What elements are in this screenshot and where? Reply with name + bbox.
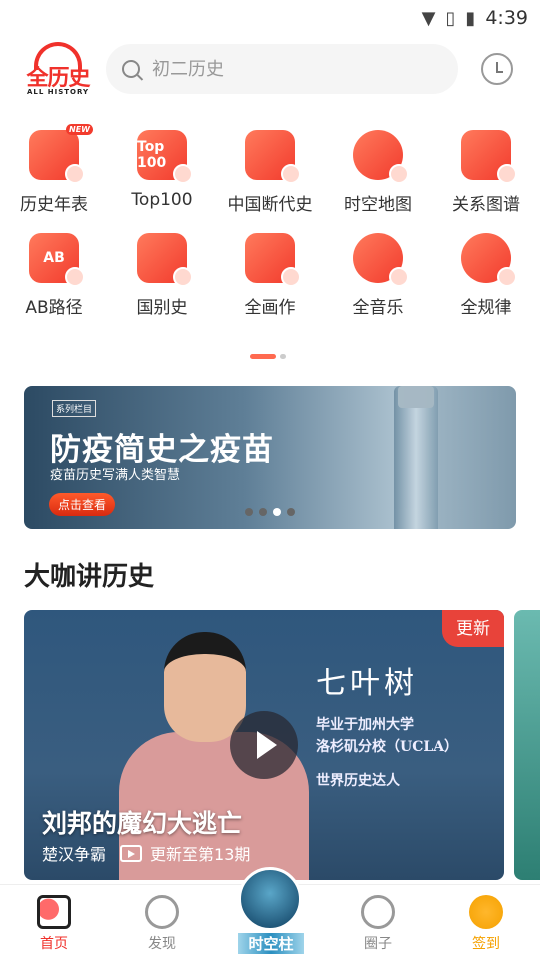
next-lecture-card[interactable] — [514, 610, 540, 880]
grid-item-top100[interactable]: Top 100 Top100 — [108, 130, 216, 215]
battery-icon: ▮ — [465, 7, 476, 29]
series-name: 楚汉争霸 — [42, 845, 107, 864]
grid-item-ab-path[interactable]: AB AB路径 — [0, 233, 108, 318]
status-bar: ▼ ▯ ▮ 4:39 — [0, 0, 540, 36]
time-pillar-icon — [238, 867, 302, 931]
no-sim-icon: ▯ — [445, 7, 456, 29]
chat-bubble-icon — [361, 895, 395, 929]
ab-path-icon: AB — [29, 233, 85, 287]
lecture-title: 刘邦的魔幻大逃亡 — [42, 809, 243, 838]
search-icon — [122, 60, 140, 78]
banner-view-button[interactable]: 点击查看 — [49, 493, 116, 516]
grid-item-music[interactable]: 全音乐 — [324, 233, 432, 318]
lecture-card[interactable]: 更新 七叶树 毕业于加州大学洛杉矶分校（UCLA） 世界历史达人 刘邦的魔幻大逃… — [24, 610, 504, 880]
relation-graph-icon — [461, 130, 517, 184]
play-icon[interactable] — [230, 711, 298, 779]
speaker-desc: 世界历史达人 — [316, 773, 400, 789]
map-globe-icon — [353, 130, 409, 184]
compass-icon — [145, 895, 179, 929]
nav-discover[interactable]: 发现 — [108, 885, 216, 960]
check-in-icon — [469, 895, 503, 929]
grid-item-country[interactable]: 国别史 — [108, 233, 216, 318]
update-badge: 更新 — [442, 610, 504, 647]
banner-tag: 系列栏目 — [52, 400, 97, 417]
app-logo: 全历史 ALL HISTORY — [24, 42, 92, 98]
nav-home[interactable]: 首页 — [0, 885, 108, 960]
video-icon — [120, 844, 143, 862]
vaccine-vial-image — [394, 386, 438, 529]
grid-page-indicator — [250, 354, 286, 359]
nav-circle[interactable]: 圈子 — [324, 885, 432, 960]
search-bar[interactable] — [106, 44, 458, 94]
grid-item-map[interactable]: 时空地图 — [324, 130, 432, 215]
banner-title: 防疫简史之疫苗 — [50, 432, 274, 468]
speaker-name: 七叶树 — [316, 666, 418, 701]
speaker-desc: 毕业于加州大学 — [316, 717, 414, 733]
grid-item-china-dynasty[interactable]: 中国断代史 — [216, 130, 324, 215]
music-icon — [353, 233, 409, 287]
banner-dots — [245, 508, 295, 516]
top100-icon: Top 100 — [137, 130, 193, 184]
search-input[interactable] — [152, 58, 432, 80]
home-icon — [37, 895, 71, 929]
section-title: 大咖讲历史 — [24, 562, 155, 592]
painting-icon — [245, 233, 301, 287]
feature-grid: NEW 历史年表 Top 100 Top100 中国断代史 时空地图 关系图谱 AB… — [0, 124, 540, 318]
calendar-globe-icon: NEW — [29, 124, 93, 184]
flag-icon — [137, 233, 193, 287]
grid-item-timeline[interactable]: NEW 历史年表 — [0, 124, 108, 215]
banner-subtitle: 疫苗历史写满人类智慧 — [50, 468, 181, 483]
grid-item-paintings[interactable]: 全画作 — [216, 233, 324, 318]
grid-item-relations[interactable]: 关系图谱 — [432, 130, 540, 215]
nav-time-pillar[interactable]: 时空柱 — [216, 867, 324, 960]
grid-item-patterns[interactable]: 全规律 — [432, 233, 540, 318]
nav-check-in[interactable]: 签到 — [432, 885, 540, 960]
episode-progress: 更新至第13期 — [150, 845, 251, 864]
wifi-icon: ▼ — [421, 7, 436, 29]
clock-time: 4:39 — [485, 7, 528, 29]
history-clock-icon[interactable] — [481, 53, 513, 85]
bottom-nav: 首页 发现 时空柱 圈子 签到 — [0, 867, 540, 960]
promo-banner[interactable]: 系列栏目 防疫简史之疫苗 疫苗历史写满人类智慧 点击查看 — [24, 386, 516, 529]
china-dynasty-icon — [245, 130, 301, 184]
cycle-icon — [461, 233, 517, 287]
speaker-desc: 洛杉矶分校（UCLA） — [316, 739, 459, 755]
